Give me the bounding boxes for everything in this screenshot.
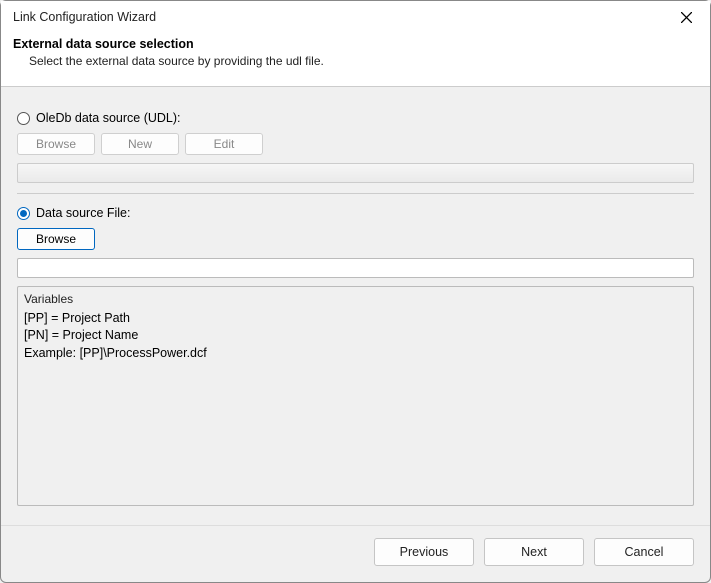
section-divider xyxy=(17,193,694,194)
file-button-row: Browse xyxy=(17,228,694,250)
close-button[interactable] xyxy=(672,7,700,27)
titlebar: Link Configuration Wizard xyxy=(1,1,710,31)
page-heading: External data source selection xyxy=(13,37,698,51)
variables-box: Variables [PP] = Project Path [PN] = Pro… xyxy=(17,286,694,506)
variables-line-pp: [PP] = Project Path xyxy=(24,310,687,328)
radio-udl[interactable] xyxy=(17,112,30,125)
option-udl-label: OleDb data source (UDL): xyxy=(36,111,181,125)
next-button[interactable]: Next xyxy=(484,538,584,566)
cancel-button[interactable]: Cancel xyxy=(594,538,694,566)
wizard-content: OleDb data source (UDL): Browse New Edit… xyxy=(1,87,710,525)
radio-file[interactable] xyxy=(17,207,30,220)
wizard-header: External data source selection Select th… xyxy=(1,31,710,87)
option-file-row: Data source File: xyxy=(17,206,694,220)
udl-browse-button[interactable]: Browse xyxy=(17,133,95,155)
file-browse-button[interactable]: Browse xyxy=(17,228,95,250)
udl-new-button[interactable]: New xyxy=(101,133,179,155)
udl-path-input[interactable] xyxy=(17,163,694,183)
variables-line-example: Example: [PP]\ProcessPower.dcf xyxy=(24,345,687,363)
close-icon xyxy=(681,12,692,23)
variables-line-pn: [PN] = Project Name xyxy=(24,327,687,345)
option-file-label: Data source File: xyxy=(36,206,130,220)
option-udl-row: OleDb data source (UDL): xyxy=(17,111,694,125)
udl-edit-button[interactable]: Edit xyxy=(185,133,263,155)
file-path-input[interactable] xyxy=(17,258,694,278)
wizard-footer: Previous Next Cancel xyxy=(1,525,710,582)
previous-button[interactable]: Previous xyxy=(374,538,474,566)
udl-button-row: Browse New Edit xyxy=(17,133,694,155)
titlebar-title: Link Configuration Wizard xyxy=(13,10,156,24)
variables-title: Variables xyxy=(24,291,687,308)
page-subheading: Select the external data source by provi… xyxy=(29,54,698,68)
